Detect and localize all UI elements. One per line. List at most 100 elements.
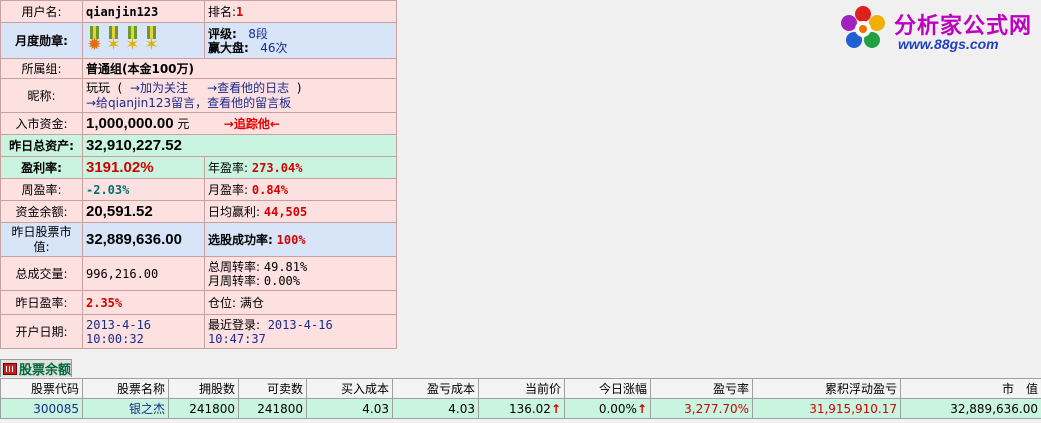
table-cell: 4.03 xyxy=(306,398,393,419)
up-arrow-icon: ↑ xyxy=(636,401,647,416)
username-label: 用户名: xyxy=(0,0,83,23)
medal-icon: ✶ xyxy=(105,25,122,56)
month-rate-cell: 月盈率: 0.84% xyxy=(204,178,397,201)
cell-value: 31,915,910.17 xyxy=(809,401,897,416)
year-rate-label: 年盈率: xyxy=(208,161,249,175)
cell-value: 32,889,636.00 xyxy=(950,401,1038,416)
open-time-value: 10:00:32 xyxy=(86,331,144,346)
column-header[interactable]: 股票代码 xyxy=(0,378,83,399)
stock-value-value: 32,889,636.00 xyxy=(82,222,205,257)
group-value: 普通组(本金100万) xyxy=(82,58,397,79)
medal-list: ✹ ✶ ✶ ✶ xyxy=(86,25,201,56)
profit-rate-value: 3191.02% xyxy=(82,156,205,179)
cell-value: 241800 xyxy=(257,401,303,416)
month-turnover-value: 0.00% xyxy=(263,273,300,288)
follow-link[interactable]: →加为关注 xyxy=(130,81,188,95)
holdings-header-row: 股票代码 股票名称 拥股数 可卖数 买入成本 盈亏成本 当前价 今日涨幅 盈亏率 累积浮动盈亏市 … xyxy=(0,378,1041,399)
column-header[interactable]: 今日涨幅 xyxy=(564,378,651,399)
rating-label: 评级: xyxy=(208,26,237,41)
cell-value: 4.03 xyxy=(362,401,389,416)
cell-value: 241800 xyxy=(189,401,235,416)
volume-value: 996,216.00 xyxy=(82,256,205,291)
cell-value: 0.00% xyxy=(598,401,637,416)
column-header[interactable]: 市 值 xyxy=(900,378,1041,399)
table-row[interactable]: 300085 银之杰 241800 241800 4.03 4.03 136.02↑ 0.00… xyxy=(0,398,1041,419)
holdings-table: 股票代码 股票名称 拥股数 可卖数 买入成本 盈亏成本 当前价 今日涨幅 盈亏率 累积浮动盈亏市 … xyxy=(0,378,1041,419)
open-date-cell: 2013-4-16 10:00:32 xyxy=(82,314,205,349)
rating-value: 8段 xyxy=(248,26,268,41)
column-header[interactable]: 买入成本 xyxy=(306,378,393,399)
wins-label: 赢大盘: xyxy=(208,40,249,55)
column-header[interactable]: 拥股数 xyxy=(168,378,239,399)
cell-value: 3,277.70% xyxy=(684,401,749,416)
diary-link[interactable]: →查看他的日志 xyxy=(207,81,289,95)
open-date-value: 2013-4-16 xyxy=(86,317,152,332)
table-icon xyxy=(3,362,17,375)
column-header[interactable]: 股票名称 xyxy=(82,378,169,399)
yday-rate-value: 2.35% xyxy=(82,290,205,315)
table-cell: 4.03 xyxy=(392,398,479,419)
table-cell: 300085 xyxy=(0,398,83,419)
logo-url[interactable]: www.88gs.com xyxy=(898,36,999,52)
pick-success-cell: 选股成功率: 100% xyxy=(204,222,397,257)
column-header[interactable]: 可卖数 xyxy=(238,378,307,399)
cell-value: 4.03 xyxy=(448,401,475,416)
message-link[interactable]: →给qianjin123留言，查看他的留言板 xyxy=(86,96,291,110)
last-login-date: 2013-4-16 xyxy=(267,317,333,332)
total-assets-label: 昨日总资产: xyxy=(0,134,83,157)
cell-value[interactable]: 300085 xyxy=(33,402,79,416)
column-header[interactable]: 当前价 xyxy=(478,378,565,399)
table-cell: 银之杰 xyxy=(82,398,169,419)
pick-success-label: 选股成功率: xyxy=(208,233,273,247)
last-login-time: 10:47:37 xyxy=(208,331,266,346)
balance-value: 20,591.52 xyxy=(82,200,205,223)
position-value: 满仓 xyxy=(239,296,264,310)
column-header[interactable]: 盈亏率 xyxy=(650,378,753,399)
table-cell: 241800 xyxy=(238,398,307,419)
up-arrow-icon: ↑ xyxy=(550,401,561,416)
entry-capital-unit: 元 xyxy=(177,117,190,131)
week-rate-label: 周盈率: xyxy=(0,178,83,201)
medals-cell: ✹ ✶ ✶ ✶ xyxy=(82,22,205,59)
holdings-tab-label: 股票余额 xyxy=(19,363,72,378)
column-header[interactable]: 累积浮动盈亏 xyxy=(752,378,901,399)
table-cell: 0.00%↑ xyxy=(564,398,651,419)
rank-value: 1 xyxy=(236,5,244,19)
medal-icon: ✶ xyxy=(124,25,141,56)
medal-icon: ✶ xyxy=(143,25,160,56)
week-rate-value: -2.03% xyxy=(82,178,205,201)
open-date-label: 开户日期: xyxy=(0,314,83,349)
rank-label: 排名: xyxy=(208,5,237,19)
position-label: 仓位: xyxy=(208,296,237,310)
track-link[interactable]: →追踪他← xyxy=(224,117,280,131)
table-cell: 31,915,910.17 xyxy=(752,398,901,419)
last-login-cell: 最近登录: 2013-4-16 10:47:37 xyxy=(204,314,397,349)
daily-profit-value: 44,505 xyxy=(263,205,308,219)
month-turnover-label: 月周转率: xyxy=(208,273,261,288)
profit-rate-label: 盈利率: xyxy=(0,156,83,179)
table-cell: 32,889,636.00 xyxy=(900,398,1041,419)
turnover-cell: 总周转率: 49.81% 月周转率: 0.00% xyxy=(204,256,397,291)
site-logo: 分析家公式网 www.88gs.com xyxy=(838,4,1038,54)
entry-capital-value: 1,000,000.00 xyxy=(86,115,174,132)
nick-cell: 玩玩 ( →加为关注 →查看他的日志 ) →给qianjin123留言，查看他的… xyxy=(82,78,397,113)
rating-cell: 评级: 8段 赢大盘: 46次 xyxy=(204,22,397,59)
holdings-tab[interactable]: 股票余额 xyxy=(0,359,72,378)
yday-rate-label: 昨日盈率: xyxy=(0,290,83,315)
username-value: qianjin123 xyxy=(82,0,205,23)
total-turnover-value: 49.81% xyxy=(263,259,308,274)
rank-cell: 排名:1 xyxy=(204,0,397,23)
cell-value[interactable]: 银之杰 xyxy=(129,402,165,416)
table-cell: 136.02↑ xyxy=(478,398,565,419)
column-header[interactable]: 盈亏成本 xyxy=(392,378,479,399)
total-assets-value: 32,910,227.52 xyxy=(82,134,397,157)
year-rate-cell: 年盈率: 273.04% xyxy=(204,156,397,179)
entry-capital-label: 入市资金: xyxy=(0,112,83,135)
medal-icon: ✹ xyxy=(86,25,103,56)
month-rate-label: 月盈率: xyxy=(208,183,249,197)
stock-value-label: 昨日股票市值: xyxy=(0,222,83,257)
cell-value: 136.02 xyxy=(508,401,551,416)
total-turnover-label: 总周转率: xyxy=(208,259,261,274)
nick-label: 昵称: xyxy=(0,78,83,113)
daily-profit-label: 日均赢利: xyxy=(208,205,261,219)
